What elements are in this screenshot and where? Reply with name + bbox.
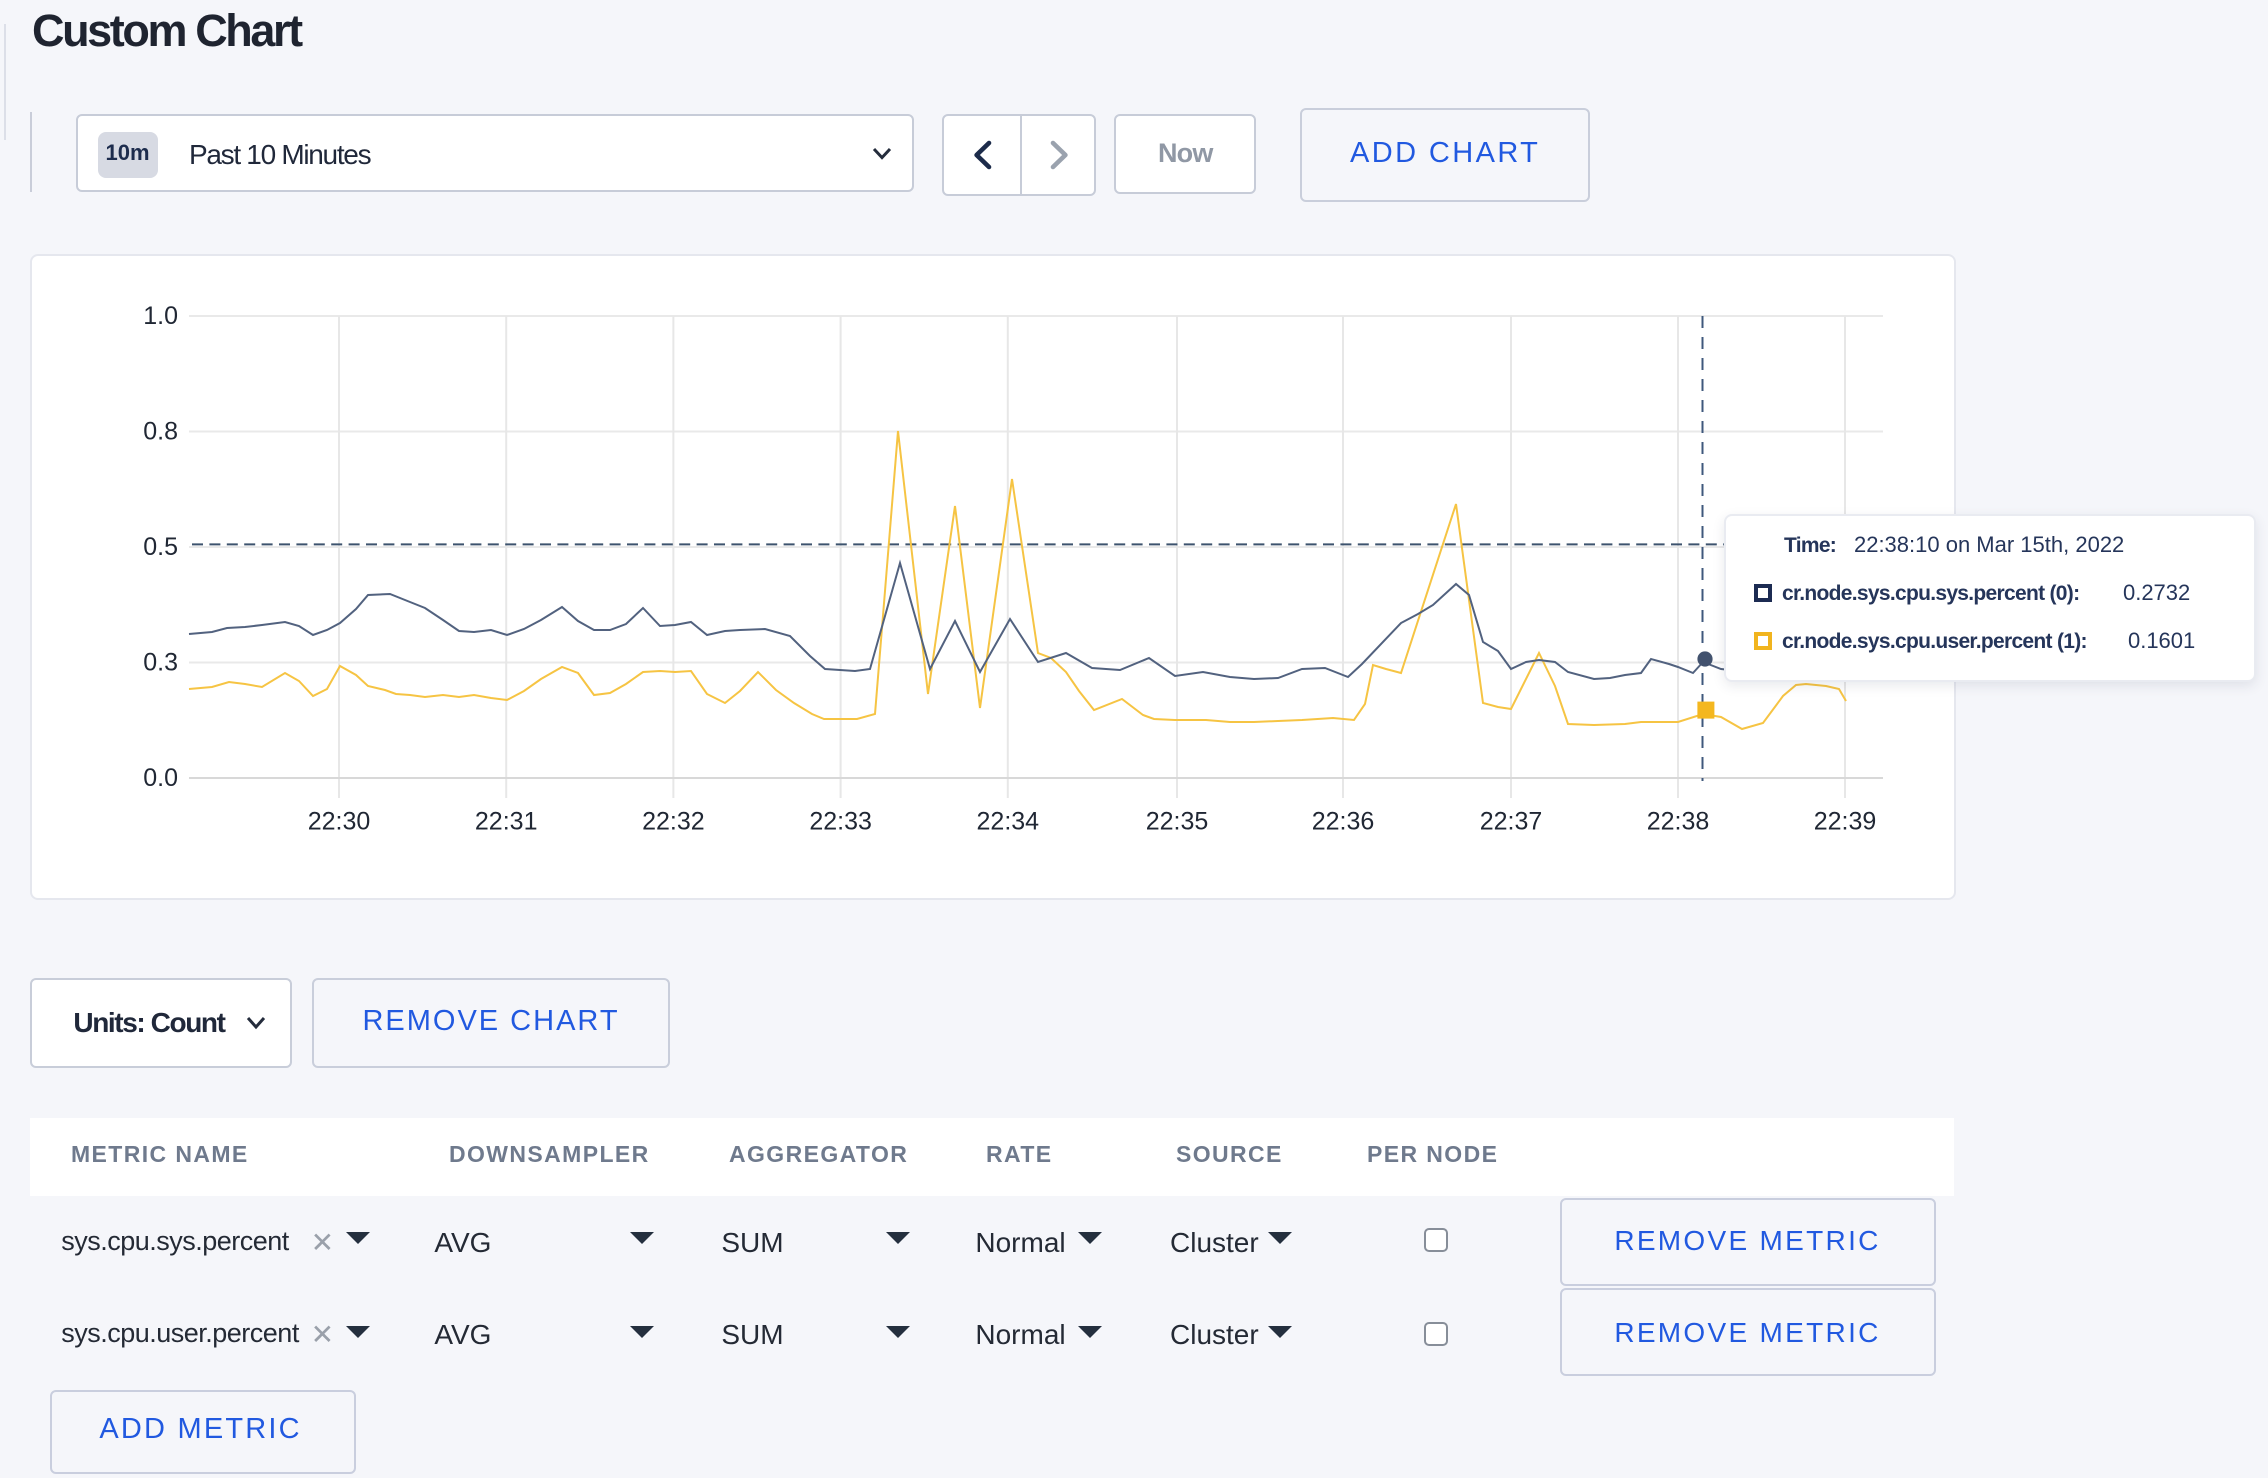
svg-text:22:36: 22:36 (1312, 807, 1375, 835)
svg-text:22:33: 22:33 (809, 807, 872, 835)
svg-text:0.3: 0.3 (143, 648, 178, 676)
svg-text:22:35: 22:35 (1146, 807, 1209, 835)
svg-text:0.0: 0.0 (143, 763, 178, 791)
svg-text:22:32: 22:32 (642, 807, 705, 835)
svg-text:1.0: 1.0 (143, 301, 178, 329)
svg-text:22:30: 22:30 (308, 807, 371, 835)
svg-text:22:39: 22:39 (1814, 807, 1877, 835)
svg-text:22:37: 22:37 (1480, 807, 1543, 835)
svg-text:0.8: 0.8 (143, 417, 178, 445)
svg-text:22:31: 22:31 (475, 807, 538, 835)
svg-text:22:34: 22:34 (977, 807, 1040, 835)
svg-text:0.5: 0.5 (143, 532, 178, 560)
svg-text:22:38: 22:38 (1647, 807, 1710, 835)
